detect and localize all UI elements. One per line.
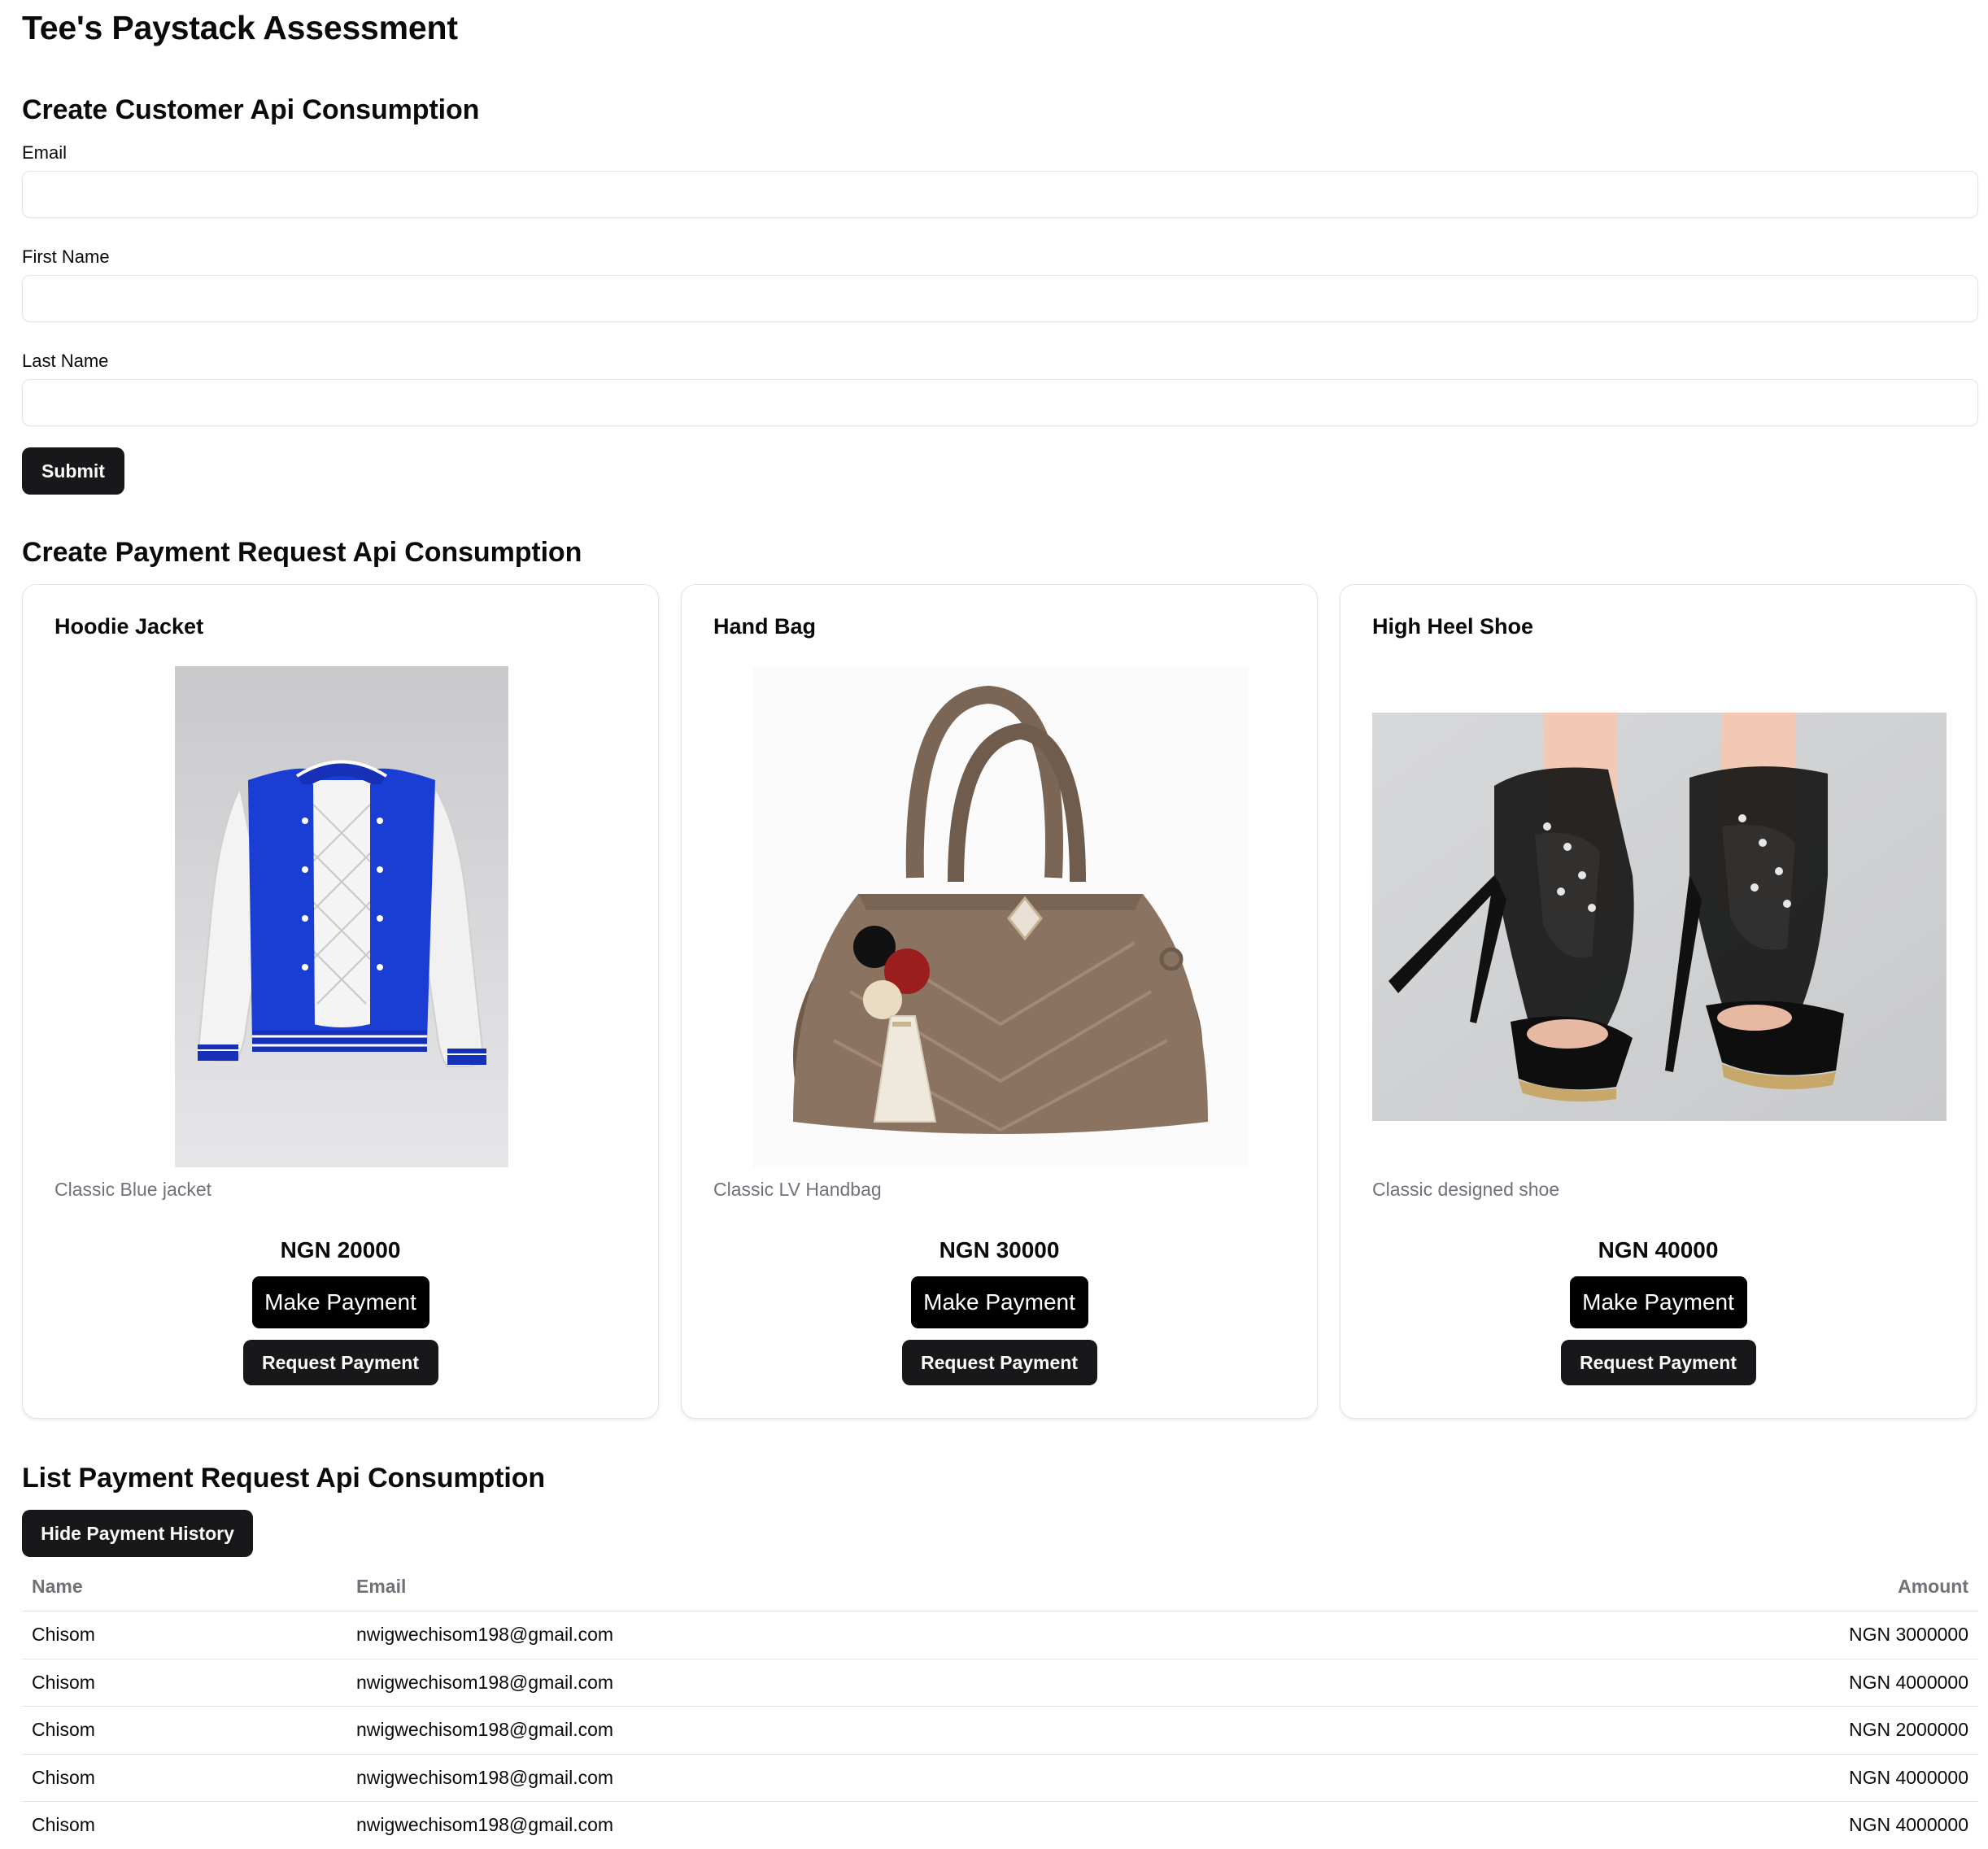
product-card-hoodie-jacket: Hoodie Jacket Classic Blue jacket NGN 20… <box>22 584 659 1419</box>
product-price: NGN 30000 <box>939 1237 1060 1262</box>
handbag-image <box>752 666 1249 1167</box>
table-row: Chisom nwigwechisom198@gmail.com NGN 300… <box>22 1611 1978 1659</box>
first-name-input[interactable] <box>22 275 1978 322</box>
cell-amount: NGN 2000000 <box>1432 1706 1978 1755</box>
payment-request-section: Create Payment Request Api Consumption H… <box>22 535 1977 1419</box>
cell-email: nwigwechisom198@gmail.com <box>347 1659 1432 1707</box>
cell-email: nwigwechisom198@gmail.com <box>356 1814 614 1836</box>
product-price: NGN 40000 <box>1598 1237 1719 1262</box>
product-cards: Hoodie Jacket Classic Blue jacket NGN 20… <box>22 584 1977 1419</box>
request-payment-button[interactable]: Request Payment <box>242 1340 438 1385</box>
submit-button[interactable]: Submit <box>22 447 124 495</box>
product-name: Hoodie Jacket <box>54 614 204 639</box>
jacket-image <box>175 666 508 1167</box>
product-name: Hand Bag <box>713 614 817 639</box>
last-name-input[interactable] <box>22 379 1978 426</box>
last-name-field-group: Last Name <box>22 350 1978 426</box>
request-payment-button[interactable]: Request Payment <box>1560 1340 1756 1385</box>
make-payment-button[interactable]: Make Payment <box>1569 1276 1747 1328</box>
cell-name: Chisom <box>22 1706 347 1755</box>
make-payment-button[interactable]: Make Payment <box>910 1276 1088 1328</box>
hide-payment-history-button[interactable]: Hide Payment History <box>22 1510 253 1557</box>
cell-name: Chisom <box>22 1754 347 1802</box>
cell-amount: NGN 4000000 <box>1432 1659 1978 1707</box>
make-payment-button[interactable]: Make Payment <box>251 1276 429 1328</box>
product-image-container <box>1372 666 1947 1167</box>
last-name-label: Last Name <box>22 351 109 371</box>
email-label: Email <box>22 142 68 163</box>
payment-history-title: List Payment Request Api Consumption <box>22 1463 546 1494</box>
table-row: Chisom nwigwechisom198@gmail.com NGN 400… <box>22 1802 1978 1849</box>
cell-email: nwigwechisom198@gmail.com <box>347 1706 1432 1755</box>
email-field-group: Email <box>22 142 1978 218</box>
column-header-name: Name <box>22 1562 347 1611</box>
table-row: Chisom nwigwechisom198@gmail.com NGN 400… <box>22 1754 1978 1802</box>
cell-name: Chisom <box>32 1814 95 1836</box>
cell-name: Chisom <box>22 1611 347 1659</box>
cell-name: Chisom <box>22 1659 347 1707</box>
high-heel-image <box>1372 713 1947 1121</box>
product-name: High Heel Shoe <box>1372 614 1534 639</box>
product-description: Classic designed shoe <box>1372 1179 1560 1200</box>
column-header-email: Email <box>347 1562 1432 1611</box>
payment-history-section: List Payment Request Api Consumption Hid… <box>22 1461 1978 1849</box>
cell-amount: NGN 3000000 <box>1432 1611 1978 1659</box>
page: Tee's Paystack Assessment Create Custome… <box>0 0 1988 1849</box>
first-name-label: First Name <box>22 246 110 267</box>
product-image-container <box>54 666 629 1167</box>
product-price: NGN 20000 <box>280 1237 401 1262</box>
cell-amount: NGN 4000000 <box>1848 1814 1968 1836</box>
table-header-row: Name Email Amount <box>22 1562 1978 1611</box>
product-description: Classic Blue jacket <box>54 1179 212 1200</box>
product-card-high-heel-shoe: High Heel Shoe Classic designed shoe NGN… <box>1340 584 1977 1419</box>
cell-email: nwigwechisom198@gmail.com <box>347 1754 1432 1802</box>
cell-email: nwigwechisom198@gmail.com <box>347 1611 1432 1659</box>
column-header-amount: Amount <box>1432 1562 1978 1611</box>
first-name-field-group: First Name <box>22 246 1978 322</box>
table-row: Chisom nwigwechisom198@gmail.com NGN 400… <box>22 1659 1978 1707</box>
app-title: Tee's Paystack Assessment <box>22 9 458 46</box>
cell-amount: NGN 4000000 <box>1432 1754 1978 1802</box>
request-payment-button[interactable]: Request Payment <box>901 1340 1097 1385</box>
table-row: Chisom nwigwechisom198@gmail.com NGN 200… <box>22 1706 1978 1755</box>
email-input[interactable] <box>22 171 1978 218</box>
product-description: Classic LV Handbag <box>713 1179 882 1200</box>
product-card-hand-bag: Hand Bag Classic LV Handbag NGN 30000 Ma… <box>681 584 1318 1419</box>
payment-request-title: Create Payment Request Api Consumption <box>22 537 582 568</box>
create-customer-title: Create Customer Api Consumption <box>22 94 480 125</box>
product-image-container <box>713 666 1288 1167</box>
create-customer-section: Create Customer Api Consumption Email Fi… <box>22 93 1978 495</box>
payment-history-table: Name Email Amount Chisom nwigwechisom198… <box>22 1562 1978 1849</box>
